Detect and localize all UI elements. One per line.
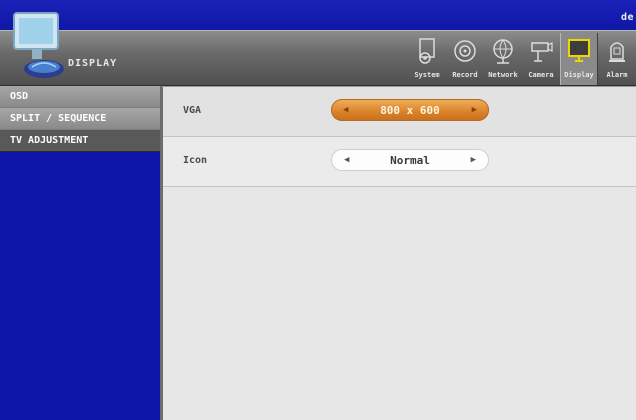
cctv-camera-icon <box>531 42 553 62</box>
app-title: DISPLAY <box>68 58 118 69</box>
sidebar-item-label: TV ADJUSTMENT <box>10 135 89 146</box>
vga-resolution-value: 800 x 600 <box>380 103 440 117</box>
arrow-right-icon[interactable]: ▶ <box>472 105 477 115</box>
vga-resolution-selector[interactable]: ◀ 800 x 600 ▶ <box>331 99 489 121</box>
gear-document-icon <box>419 38 435 64</box>
menu-alarm[interactable]: Alarm <box>598 33 636 85</box>
menu-camera-label: Camera <box>528 71 554 79</box>
setting-row-vga: VGA ◀ 800 x 600 ▶ <box>163 87 636 137</box>
record-disc-icon <box>454 40 476 62</box>
icon-mode-value: Normal <box>390 153 430 167</box>
monitor-globe-icon <box>10 9 68 81</box>
menu-network[interactable]: Network <box>484 33 522 85</box>
icon-mode-selector[interactable]: ◀ Normal ▶ <box>331 149 489 171</box>
top-status-text: de <box>620 12 634 23</box>
alarm-icon <box>609 42 625 62</box>
menu-display[interactable]: Display <box>560 33 598 85</box>
arrow-left-icon[interactable]: ◀ <box>344 155 349 165</box>
arrow-left-icon[interactable]: ◀ <box>343 105 348 115</box>
menu-camera[interactable]: Camera <box>522 33 560 85</box>
menu-record[interactable]: Record <box>446 33 484 85</box>
header-bar: DISPLAY System Record Network Camera Dis… <box>0 12 636 86</box>
menu-display-label: Display <box>564 71 594 79</box>
main-menu: System Record Network Camera Display Ala… <box>408 33 636 85</box>
menu-network-label: Network <box>488 71 518 79</box>
menu-system[interactable]: System <box>408 33 446 85</box>
monitor-icon <box>568 39 590 62</box>
settings-panel: VGA ◀ 800 x 600 ▶ Icon ◀ Normal ▶ <box>160 86 636 420</box>
sidebar-item-tv-adjustment[interactable]: TV ADJUSTMENT <box>0 130 160 152</box>
sidebar: OSD SPLIT / SEQUENCE TV ADJUSTMENT <box>0 86 160 420</box>
setting-row-icon: Icon ◀ Normal ▶ <box>163 137 636 187</box>
sidebar-item-label: SPLIT / SEQUENCE <box>10 113 107 124</box>
top-status-bar: de <box>0 0 636 30</box>
menu-alarm-label: Alarm <box>606 71 628 79</box>
dvr-display-settings-screen: de DISPLAY System Record Network Camera … <box>0 0 636 420</box>
menu-system-label: System <box>414 71 440 79</box>
arrow-right-icon[interactable]: ▶ <box>471 155 476 165</box>
sidebar-item-split-sequence[interactable]: SPLIT / SEQUENCE <box>0 108 160 130</box>
vga-label: VGA <box>183 105 202 116</box>
sidebar-item-label: OSD <box>10 91 29 102</box>
icon-label: Icon <box>183 155 208 166</box>
sidebar-item-osd[interactable]: OSD <box>0 86 160 108</box>
menu-record-label: Record <box>452 71 478 79</box>
network-globe-icon <box>493 39 513 64</box>
